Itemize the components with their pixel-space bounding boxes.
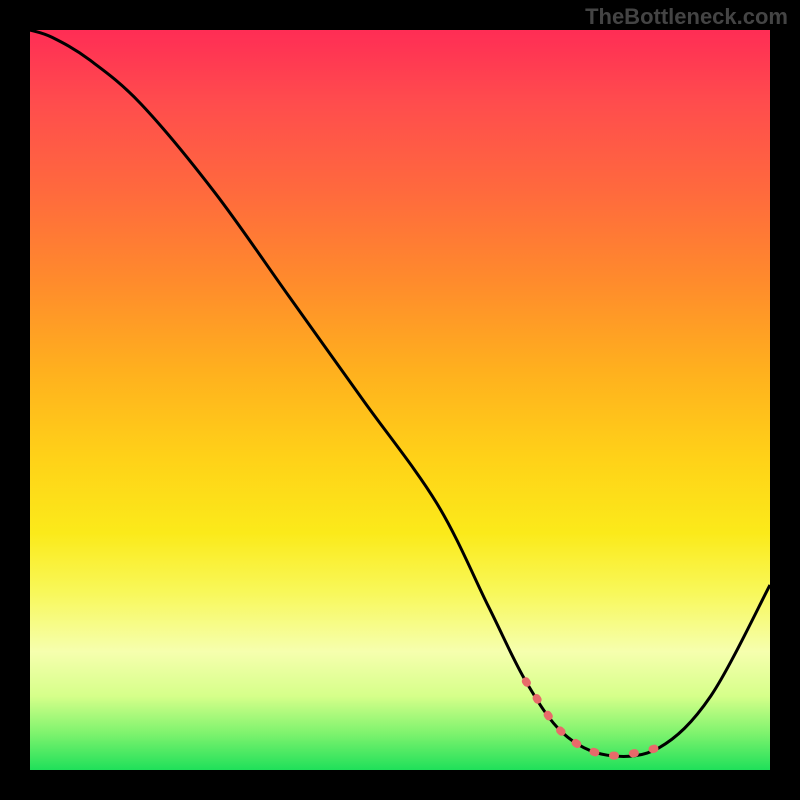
chart-plot-area bbox=[30, 30, 770, 770]
watermark-text: TheBottleneck.com bbox=[585, 4, 788, 30]
frame-border-right bbox=[770, 0, 800, 800]
optimum-highlight bbox=[526, 681, 659, 755]
chart-svg bbox=[30, 30, 770, 770]
frame-border-left bbox=[0, 0, 30, 800]
bottleneck-curve bbox=[30, 30, 770, 757]
frame-border-bottom bbox=[0, 770, 800, 800]
